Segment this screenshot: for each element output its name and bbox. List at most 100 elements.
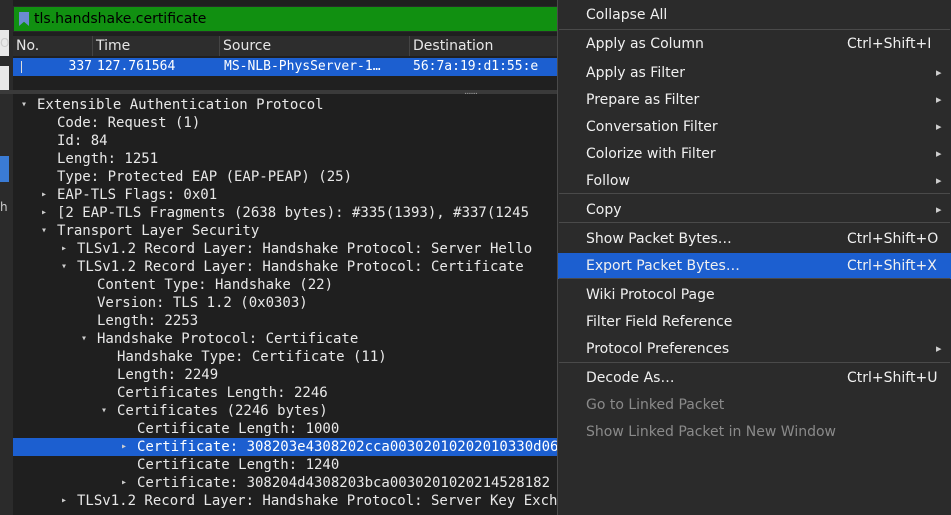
menu-item-show-packet-bytes[interactable]: Show Packet Bytes… Ctrl+Shift+O (558, 226, 951, 252)
menu-item-conversation-filter[interactable]: Conversation Filter ▸ (558, 114, 951, 140)
tree-row-label: Handshake Protocol: Certificate (97, 331, 359, 347)
menu-item-colorize-with-filter[interactable]: Colorize with Filter ▸ (558, 141, 951, 167)
menu-item-label: Decode As… (586, 370, 675, 386)
menu-item-apply-as-column[interactable]: Apply as Column Ctrl+Shift+I (558, 31, 951, 57)
menu-item-label: Show Linked Packet in New Window (586, 424, 836, 440)
column-header-source[interactable]: Source (220, 36, 410, 56)
menu-separator (559, 278, 950, 279)
expand-arrow-open-icon[interactable]: ▾ (61, 258, 67, 276)
packet-no: 337 (68, 59, 92, 74)
submenu-arrow-icon: ▸ (936, 342, 942, 355)
menu-item-shortcut: Ctrl+Shift+I (847, 36, 932, 52)
related-packet-marker (21, 61, 22, 73)
menu-separator (559, 222, 950, 223)
tree-row-label: TLSv1.2 Record Layer: Handshake Protocol… (77, 259, 524, 275)
tree-row-label: Length: 2249 (117, 367, 219, 383)
submenu-arrow-icon: ▸ (936, 147, 942, 160)
menu-separator (559, 193, 950, 194)
menu-item-collapse-all[interactable]: Collapse All (558, 2, 951, 28)
menu-item-label: Colorize with Filter (586, 146, 716, 162)
expand-arrow-closed-icon[interactable]: ▸ (121, 438, 127, 456)
expand-arrow-open-icon[interactable]: ▾ (41, 222, 47, 240)
tree-row-label: Certificate Length: 1240 (137, 457, 340, 473)
menu-item-shortcut: Ctrl+Shift+X (847, 258, 937, 274)
expand-arrow-open-icon[interactable]: ▾ (101, 402, 107, 420)
menu-item-filter-field-reference[interactable]: Filter Field Reference (558, 309, 951, 335)
menu-item-label: Copy (586, 202, 622, 218)
submenu-arrow-icon: ▸ (936, 120, 942, 133)
tree-row-label: Certificate Length: 1000 (137, 421, 340, 437)
submenu-arrow-icon: ▸ (936, 66, 942, 79)
packet-list[interactable]: No. Time Source Destination 337 127.7615… (13, 36, 558, 94)
column-header-time[interactable]: Time (93, 36, 220, 56)
bookmark-icon[interactable] (19, 12, 29, 26)
menu-item-decode-as[interactable]: Decode As… Ctrl+Shift+U (558, 365, 951, 391)
tree-row-label: Type: Protected EAP (EAP-PEAP) (25) (57, 169, 353, 185)
menu-item-label: Go to Linked Packet (586, 397, 725, 413)
menu-item-export-packet-bytes[interactable]: Export Packet Bytes… Ctrl+Shift+X (558, 253, 951, 279)
menu-item-label: Protocol Preferences (586, 341, 730, 357)
column-header-destination[interactable]: Destination (410, 36, 558, 56)
tree-row-label: Version: TLS 1.2 (0x0303) (97, 295, 308, 311)
tree-row-label: Certificates (2246 bytes) (117, 403, 328, 419)
desktop-icon (0, 66, 9, 90)
column-header-no[interactable]: No. (13, 36, 93, 56)
context-menu[interactable]: Collapse All Apply as Column Ctrl+Shift+I A… (557, 0, 951, 515)
menu-item-label: Conversation Filter (586, 119, 718, 135)
menu-item-label: Export Packet Bytes… (586, 258, 740, 274)
tree-row-label: Content Type: Handshake (22) (97, 277, 334, 293)
tree-row-label: Certificates Length: 2246 (117, 385, 328, 401)
menu-separator (559, 362, 950, 363)
expand-arrow-closed-icon[interactable]: ▸ (41, 204, 47, 222)
expand-arrow-closed-icon[interactable]: ▸ (61, 240, 67, 258)
expand-arrow-open-icon[interactable]: ▾ (81, 330, 87, 348)
tree-row-label: Extensible Authentication Protocol (37, 97, 324, 113)
submenu-arrow-icon: ▸ (936, 93, 942, 106)
packet-source: MS-NLB-PhysServer-1… (224, 59, 381, 74)
menu-item-shortcut: Ctrl+Shift+O (847, 231, 939, 247)
tree-row-label: TLSv1.2 Record Layer: Handshake Protocol… (77, 241, 533, 257)
display-filter-bar[interactable]: tls.handshake.certificate (13, 6, 558, 32)
menu-item-label: Filter Field Reference (586, 314, 733, 330)
tree-row-label: [2 EAP-TLS Fragments (2638 bytes): #335(… (57, 205, 530, 221)
menu-separator (559, 29, 950, 30)
menu-item-copy[interactable]: Copy ▸ (558, 197, 951, 223)
tree-row-label: Transport Layer Security (57, 223, 260, 239)
menu-item-label: Apply as Column (586, 36, 704, 52)
menu-item-follow[interactable]: Follow ▸ (558, 168, 951, 194)
desktop-icon-blue (0, 156, 9, 182)
tree-row-label: Code: Request (1) (57, 115, 201, 131)
tree-row-label: TLSv1.2 Record Layer: Handshake Protocol… (77, 493, 592, 509)
menu-item-label: Show Packet Bytes… (586, 231, 732, 247)
submenu-arrow-icon: ▸ (936, 203, 942, 216)
expand-arrow-closed-icon[interactable]: ▸ (61, 492, 67, 510)
display-filter-input[interactable]: tls.handshake.certificate (34, 8, 206, 30)
menu-item-label: Apply as Filter (586, 65, 685, 81)
tree-row-label: EAP-TLS Flags: 0x01 (57, 187, 218, 203)
menu-item-label: Follow (586, 173, 630, 189)
menu-item-go-to-linked-packet[interactable]: Go to Linked Packet (558, 392, 951, 418)
menu-item-prepare-as-filter[interactable]: Prepare as Filter ▸ (558, 87, 951, 113)
menu-item-shortcut: Ctrl+Shift+U (847, 370, 938, 386)
tree-row-label: Length: 1251 (57, 151, 159, 167)
expand-arrow-open-icon[interactable]: ▾ (21, 96, 27, 114)
desktop-icon-glyph: h (0, 200, 8, 214)
menu-item-protocol-preferences[interactable]: Protocol Preferences ▸ (558, 336, 951, 362)
menu-item-label: Prepare as Filter (586, 92, 700, 108)
packet-destination: 56:7a:19:d1:55:e (413, 59, 539, 74)
menu-item-apply-as-filter[interactable]: Apply as Filter ▸ (558, 60, 951, 86)
tree-row-label: Id: 84 (57, 133, 108, 149)
menu-item-wiki-protocol-page[interactable]: Wiki Protocol Page (558, 282, 951, 308)
expand-arrow-closed-icon[interactable]: ▸ (41, 186, 47, 204)
menu-item-show-linked-packet-in-new-window[interactable]: Show Linked Packet in New Window (558, 419, 951, 445)
expand-arrow-closed-icon[interactable]: ▸ (121, 474, 127, 492)
packet-time: 127.761564 (97, 59, 176, 74)
submenu-arrow-icon: ▸ (936, 174, 942, 187)
desktop-icon-glyph: O (0, 36, 10, 50)
desktop-strip: O h (0, 0, 13, 515)
menu-item-label: Collapse All (586, 7, 668, 23)
menu-item-label: Wiki Protocol Page (586, 287, 715, 303)
packet-row-selected[interactable]: 337 127.761564 MS-NLB-PhysServer-1… 56:7… (13, 58, 558, 76)
tree-row-label: Length: 2253 (97, 313, 199, 329)
tree-row-label: Handshake Type: Certificate (11) (117, 349, 387, 365)
